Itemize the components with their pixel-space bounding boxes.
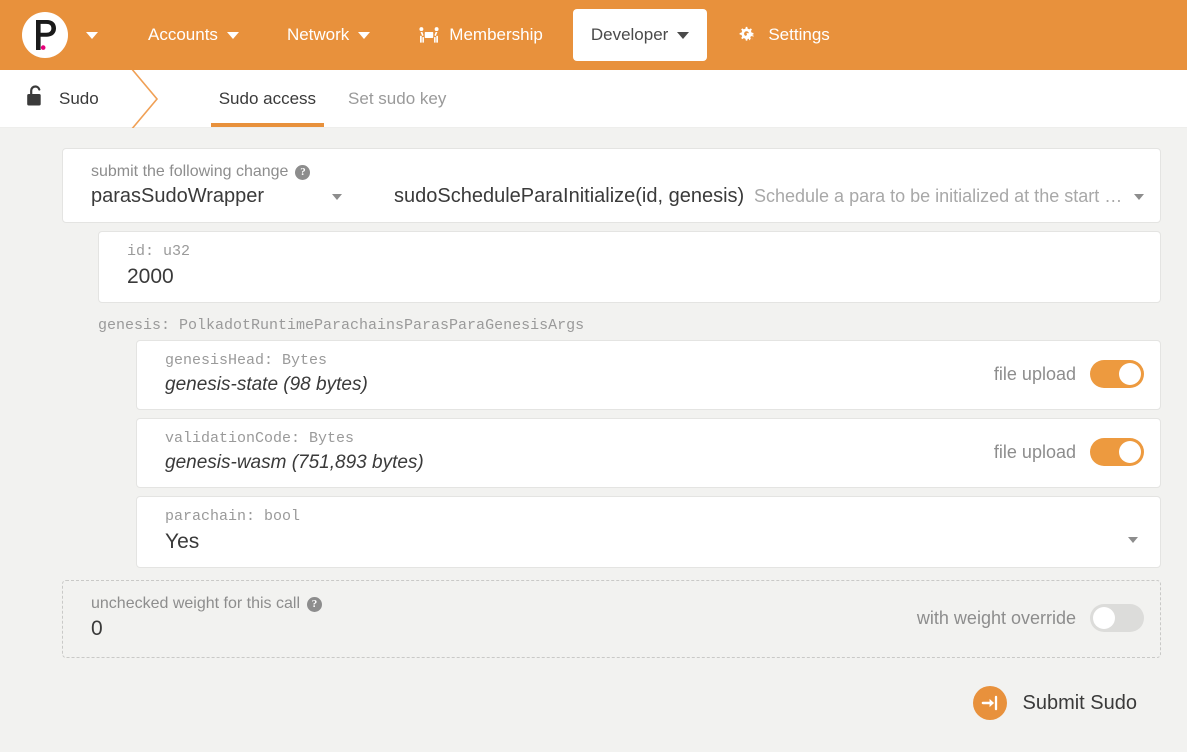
- top-navigation-bar: Accounts Network Membership Developer Se…: [0, 0, 1187, 70]
- param-id-value: 2000: [127, 265, 174, 288]
- module-dropdown-value: parasSudoWrapper: [91, 185, 265, 207]
- parachain-dropdown-toggle[interactable]: [1128, 530, 1144, 554]
- param-genesis-head-value: genesis-state (98 bytes): [165, 374, 368, 395]
- weight-value: 0: [91, 617, 103, 640]
- weight-override-toggle[interactable]: [1090, 604, 1144, 632]
- breadcrumb: Sudo: [0, 70, 121, 127]
- param-genesis-label: genesis: PolkadotRuntimeParachainsParasP…: [98, 317, 585, 334]
- nav-item-developer[interactable]: Developer: [572, 9, 708, 61]
- unlock-icon: [26, 85, 45, 112]
- breadcrumb-separator: [121, 70, 185, 128]
- method-dropdown[interactable]: Schedule a para to be initialized at the…: [754, 186, 1144, 207]
- people-carry-icon: [418, 26, 440, 44]
- section-tab-bar: Sudo Sudo access Set sudo key: [0, 70, 1187, 128]
- module-dropdown[interactable]: parasSudoWrapper: [91, 185, 356, 208]
- sign-in-arrow-icon: [973, 686, 1008, 720]
- weight-override-toggle-group: with weight override: [899, 604, 1144, 632]
- cogs-icon: [737, 25, 759, 45]
- param-genesis-head[interactable]: genesisHead: Bytes genesis-state (98 byt…: [136, 340, 1161, 410]
- chevron-down-icon: [1128, 537, 1138, 543]
- chevron-down-icon: [1134, 193, 1144, 200]
- call-selector-label-row: submit the following change ?: [91, 163, 1144, 181]
- nav-item-network-label: Network: [286, 25, 350, 44]
- param-validation-code[interactable]: validationCode: Bytes genesis-wasm (751,…: [136, 418, 1161, 488]
- weight-override-panel: unchecked weight for this call ? 0 with …: [62, 580, 1161, 658]
- weight-override-label: with weight override: [916, 607, 1076, 628]
- submit-sudo-label: Submit Sudo: [1022, 691, 1137, 714]
- nav-item-settings-label: Settings: [768, 25, 830, 44]
- call-selector-label: submit the following change: [91, 163, 289, 180]
- genesis-head-upload-toggle-group: file upload: [976, 360, 1144, 388]
- toggle-knob: [1119, 441, 1141, 463]
- chevron-down-icon: [677, 31, 690, 39]
- call-selector-card: submit the following change ? parasSudoW…: [62, 148, 1161, 223]
- weight-label-row: unchecked weight for this call ?: [91, 595, 899, 613]
- weight-label: unchecked weight for this call: [91, 595, 300, 612]
- polkadot-logo-glyph: [36, 20, 56, 50]
- help-circle-icon[interactable]: ?: [295, 164, 311, 180]
- nav-item-accounts-label: Accounts: [148, 25, 218, 44]
- method-description: Schedule a para to be initialized at the…: [754, 186, 1124, 206]
- nav-item-membership[interactable]: Membership: [400, 9, 561, 61]
- param-genesis-head-label: genesisHead: Bytes: [165, 352, 328, 369]
- nav-item-membership-label: Membership: [449, 25, 543, 44]
- param-parachain-value: Yes: [165, 530, 200, 553]
- validation-code-upload-toggle-group: file upload: [976, 438, 1144, 466]
- nav-item-settings[interactable]: Settings: [719, 9, 847, 61]
- page-title: Sudo: [59, 88, 99, 108]
- submit-sudo-button[interactable]: Submit Sudo: [973, 686, 1137, 720]
- param-parachain-label: parachain: bool: [165, 508, 301, 525]
- submit-row: Submit Sudo: [24, 658, 1163, 720]
- chevron-down-icon: [226, 31, 239, 39]
- polkadot-logo[interactable]: [22, 12, 68, 58]
- nav-item-accounts[interactable]: Accounts: [130, 9, 257, 61]
- toggle-knob: [1119, 363, 1141, 385]
- tab-sudo-access-label: Sudo access: [218, 88, 317, 108]
- validation-code-upload-label: file upload: [993, 441, 1076, 462]
- call-selector-row: parasSudoWrapper sudoScheduleParaInitial…: [91, 185, 1144, 208]
- param-validation-code-label: validationCode: Bytes: [165, 430, 355, 447]
- tab-set-sudo-key[interactable]: Set sudo key: [332, 70, 462, 127]
- validation-code-file-upload-toggle[interactable]: [1090, 438, 1144, 466]
- method-name: sudoScheduleParaInitialize(id, genesis): [394, 185, 745, 207]
- chevron-down-icon: [86, 32, 98, 39]
- param-id[interactable]: id: u32 2000: [98, 231, 1161, 303]
- genesis-head-upload-label: file upload: [993, 363, 1076, 384]
- param-parachain[interactable]: parachain: bool Yes: [136, 496, 1161, 568]
- main-content: submit the following change ? parasSudoW…: [0, 128, 1187, 720]
- tab-set-sudo-key-label: Set sudo key: [348, 88, 447, 108]
- genesis-head-file-upload-toggle[interactable]: [1090, 360, 1144, 388]
- chevron-right-icon: [131, 70, 158, 128]
- chevron-down-icon: [358, 31, 371, 39]
- tab-list: Sudo access Set sudo key: [203, 70, 463, 127]
- param-validation-code-value: genesis-wasm (751,893 bytes): [165, 452, 424, 473]
- nav-item-network[interactable]: Network: [269, 9, 388, 61]
- param-id-label: id: u32: [127, 243, 191, 260]
- chevron-down-icon: [332, 193, 342, 200]
- nav-item-developer-label: Developer: [590, 25, 669, 44]
- toggle-knob: [1093, 607, 1115, 629]
- help-circle-icon[interactable]: ?: [307, 596, 322, 612]
- chain-selector-caret[interactable]: [86, 26, 98, 44]
- tab-sudo-access[interactable]: Sudo access: [203, 70, 332, 127]
